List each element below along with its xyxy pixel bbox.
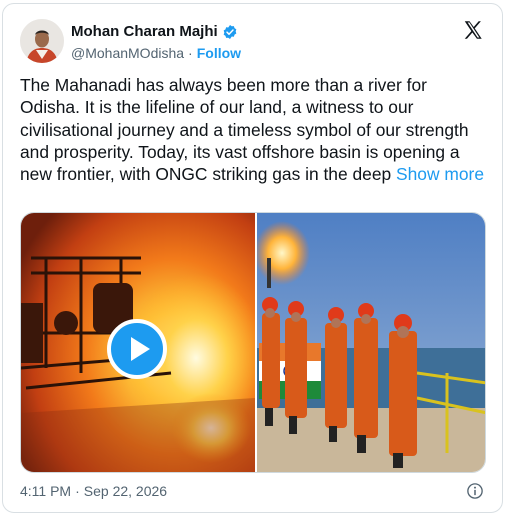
show-more-link[interactable]: Show more: [396, 164, 484, 184]
verified-badge-icon: [223, 24, 237, 39]
tweet-text: The Mahanadi has always been more than a…: [20, 74, 490, 185]
tweet-card: Mohan Charan Majhi @MohanMOdisha · Follo…: [2, 3, 503, 513]
author-display-name[interactable]: Mohan Charan Majhi: [71, 23, 218, 40]
tweet-date: Sep 22, 2026: [83, 483, 168, 499]
follow-button[interactable]: Follow: [197, 45, 241, 61]
tweet-media: [20, 212, 486, 473]
photo-thumbnail[interactable]: [257, 213, 485, 472]
tweet-time: 4:11 PM: [20, 483, 72, 499]
video-thumbnail[interactable]: [21, 213, 255, 472]
avatar[interactable]: [20, 19, 64, 63]
author-handle[interactable]: @MohanMOdisha: [71, 45, 184, 61]
author-name-row: Mohan Charan Majhi: [71, 23, 238, 40]
play-icon: [130, 337, 150, 361]
timestamp-separator: ·: [75, 483, 80, 499]
play-button[interactable]: [107, 319, 167, 379]
handle-separator: ·: [188, 45, 193, 61]
author-handle-row: @MohanMOdisha · Follow: [71, 45, 241, 61]
info-icon[interactable]: [466, 482, 484, 500]
x-logo-icon[interactable]: [462, 19, 484, 41]
tweet-timestamp[interactable]: 4:11 PM · Sep 22, 2026: [20, 483, 167, 499]
